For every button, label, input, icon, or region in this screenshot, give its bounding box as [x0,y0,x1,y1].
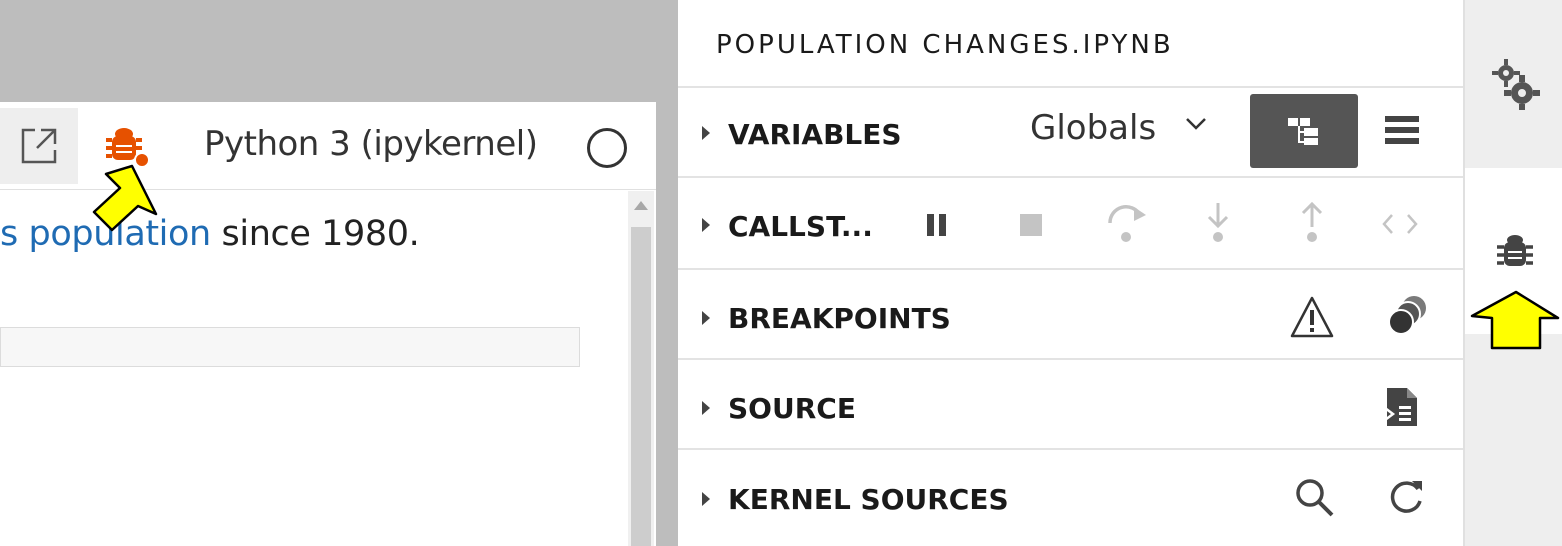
markdown-cell-text: s population since 1980. [0,214,420,254]
evaluate-code-button[interactable] [1378,206,1422,242]
step-out-icon [1301,201,1323,242]
search-kernel-sources-button[interactable] [1290,472,1338,522]
kernel-name[interactable]: Python 3 (ipykernel) [204,124,538,164]
chevron-right-icon[interactable] [702,218,710,232]
search-icon [1296,479,1334,517]
table-view-icon [1385,116,1419,144]
scroll-thumb[interactable] [631,227,651,546]
tree-view-button[interactable] [1250,94,1358,168]
external-link-icon [21,128,57,164]
section-label[interactable]: VARIABLES [728,118,902,151]
step-out-button[interactable] [1292,198,1332,246]
section-label[interactable]: CALLST... [728,210,873,243]
section-label[interactable]: BREAKPOINTS [728,302,951,335]
gears-icon [1491,59,1540,110]
panel-divider[interactable] [656,0,678,546]
section-breakpoints: BREAKPOINTS [678,268,1463,358]
open-external-button[interactable] [0,108,78,184]
warning-icon [1290,296,1334,338]
code-icon [1382,214,1418,234]
bug-icon [1496,235,1533,266]
right-sidebar [1463,0,1562,546]
section-callstack: CALLST... [678,176,1463,268]
stop-button[interactable] [1016,208,1046,242]
table-view-button[interactable] [1380,108,1424,152]
step-in-button[interactable] [1198,198,1238,246]
chevron-right-icon[interactable] [702,126,710,140]
chevron-right-icon[interactable] [702,401,710,415]
pause-on-exceptions-button[interactable] [1286,292,1338,342]
code-cell[interactable] [0,327,580,367]
annotation-arrow-right [1470,290,1560,350]
chevron-down-icon[interactable] [1184,116,1208,132]
open-source-button[interactable] [1380,382,1424,432]
refresh-kernel-sources-button[interactable] [1382,472,1430,522]
tree-view-icon [1288,118,1318,145]
section-label[interactable]: SOURCE [728,392,856,425]
notebook-tabbar [0,0,656,102]
stop-icon [1020,214,1042,236]
sidebar-empty-area [1465,334,1562,546]
step-in-icon [1207,203,1229,242]
step-over-button[interactable] [1102,198,1152,246]
kernel-status-indicator [587,128,627,168]
stacked-circles-icon [1388,296,1426,335]
source-file-icon [1384,388,1417,426]
notebook-scrollbar[interactable] [628,191,654,546]
pause-button[interactable] [922,208,952,242]
refresh-icon [1390,481,1422,513]
sidebar-tab-settings[interactable] [1465,0,1562,168]
section-label[interactable]: KERNEL SOURCES [728,483,1009,516]
scroll-up-arrow[interactable] [634,201,648,210]
pause-icon [927,214,946,236]
debugger-panel: POPULATION CHANGES.IPYNB VARIABLES Globa… [678,0,1463,546]
scope-select[interactable]: Globals [1030,108,1156,148]
section-variables: VARIABLES Globals [678,86,1463,176]
section-kernel-sources: KERNEL SOURCES [678,448,1463,546]
markdown-text: since 1980. [210,214,420,254]
annotation-arrow-left [92,164,158,232]
remove-breakpoints-button[interactable] [1382,292,1432,342]
chevron-right-icon[interactable] [702,492,710,506]
section-source: SOURCE [678,358,1463,448]
chevron-right-icon[interactable] [702,311,710,325]
debugger-title: POPULATION CHANGES.IPYNB [716,30,1174,60]
step-over-icon [1108,205,1146,242]
